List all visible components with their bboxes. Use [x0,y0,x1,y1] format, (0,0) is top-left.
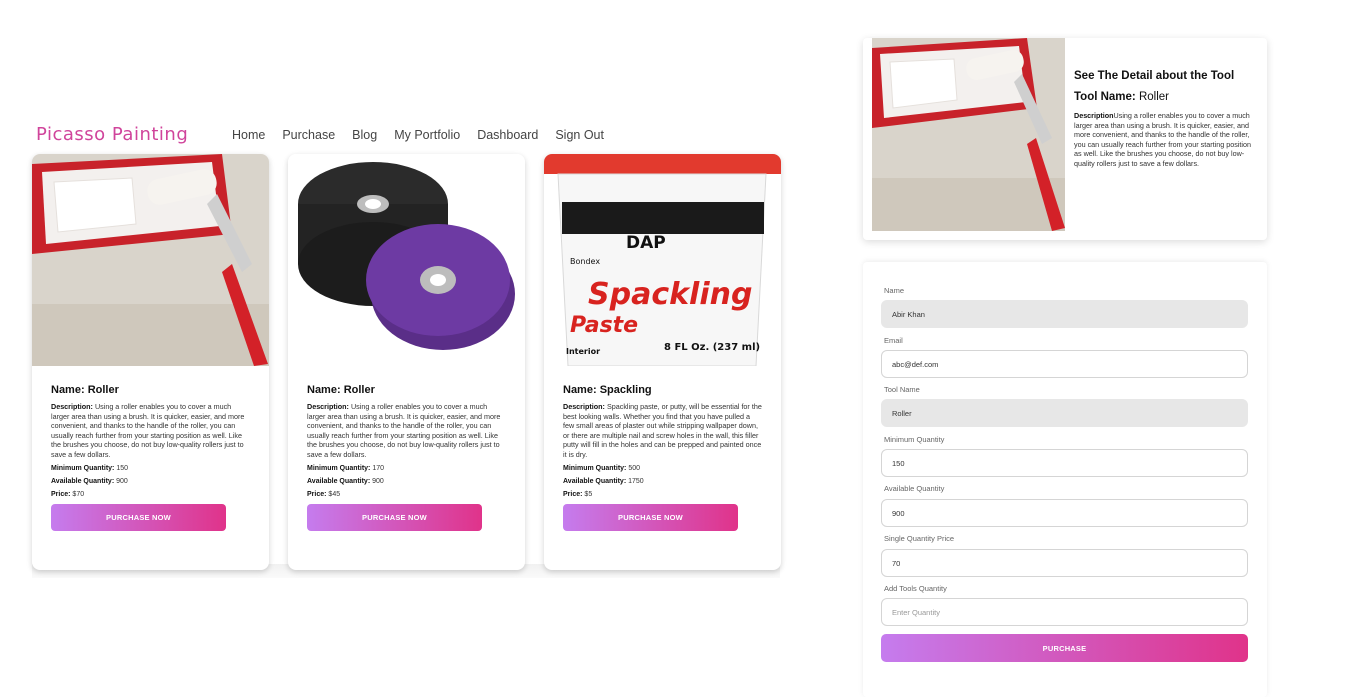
detail-description: DescriptionUsing a roller enables you to… [1074,111,1251,168]
purchase-form: Name Abir Khan Email abc@def.com Tool Na… [863,262,1267,697]
product-cards: Name: Roller Description: Using a roller… [32,154,781,580]
product-card-1: Name: Roller Description: Using a roller… [32,154,269,570]
purchase-now-button[interactable]: PURCHASE NOW [51,503,226,531]
svg-text:8 FL Oz. (237 ml): 8 FL Oz. (237 ml) [664,342,760,353]
min-quantity-field[interactable]: 150 [881,449,1248,477]
card-body: Name: Roller Description: Using a roller… [51,384,251,531]
purchase-now-button[interactable]: PURCHASE NOW [563,503,738,531]
detail-tool-name: Tool Name: Roller [1074,91,1170,103]
main-nav: Home Purchase Blog My Portfolio Dashboar… [232,128,604,142]
single-price-field[interactable]: 70 [881,549,1248,577]
nav-purchase[interactable]: Purchase [282,128,335,142]
min-quantity: Minimum Quantity: 500 [563,464,641,472]
min-quantity: Minimum Quantity: 150 [51,464,129,472]
product-card-3: DAP Bondex Spackling Paste Interior 8 FL… [544,154,781,570]
nav-home[interactable]: Home [232,128,265,142]
tool-detail-image [872,38,1065,231]
min-quantity-label: Minimum Quantity [884,435,945,444]
detail-heading: See The Detail about the Tool [1074,70,1235,82]
email-field[interactable]: abc@def.com [881,350,1248,378]
name-label: Name [884,286,905,295]
roller-image [32,154,269,366]
nav-blog[interactable]: Blog [352,128,377,142]
purchase-now-button[interactable]: PURCHASE NOW [307,503,482,531]
price: Price: $45 [307,490,341,498]
available-quantity: Available Quantity: 900 [51,477,128,485]
product-description: Description: Using a roller enables you … [51,402,245,459]
tool-name-field[interactable]: Roller [881,399,1248,427]
name-field[interactable]: Abir Khan [881,300,1248,328]
nav-my-portfolio[interactable]: My Portfolio [394,128,460,142]
product-name: Name: Spackling [563,384,652,396]
svg-text:Bondex: Bondex [570,257,600,266]
svg-text:Paste: Paste [570,313,638,338]
tool-name-label: Tool Name [884,385,920,394]
tool-detail-panel: See The Detail about the Tool Tool Name:… [863,38,1267,240]
svg-text:Interior: Interior [566,347,600,356]
purchase-button[interactable]: PURCHASE [881,634,1248,662]
product-name: Name: Roller [307,384,375,396]
tool-detail-text: See The Detail about the Tool Tool Name:… [1074,70,1260,169]
nav-dashboard[interactable]: Dashboard [477,128,538,142]
email-label: Email [884,336,903,345]
svg-text:Spackling: Spackling [588,277,752,312]
card-body: Name: Roller Description: Using a roller… [307,384,507,531]
price: Price: $5 [563,490,593,498]
available-quantity: Available Quantity: 900 [307,477,384,485]
add-quantity-label: Add Tools Quantity [884,584,947,593]
product-description: Description: Spackling paste, or putty, … [563,402,762,459]
product-card-2: Name: Roller Description: Using a roller… [288,154,525,570]
product-name: Name: Roller [51,384,119,396]
available-quantity: Available Quantity: 1750 [563,477,644,485]
min-quantity: Minimum Quantity: 170 [307,464,385,472]
brand-logo[interactable]: Picasso Painting [36,124,188,145]
nav-sign-out[interactable]: Sign Out [555,128,604,142]
available-quantity-label: Available Quantity [884,484,945,493]
available-quantity-field[interactable]: 900 [881,499,1248,527]
spackling-tub-image: DAP Bondex Spackling Paste Interior 8 FL… [544,154,781,366]
product-description: Description: Using a roller enables you … [307,402,501,459]
svg-text:DAP: DAP [626,233,666,253]
single-price-label: Single Quantity Price [884,534,955,543]
add-quantity-input[interactable]: Enter Quantity [881,598,1248,626]
card-body: Name: Spackling Description: Spackling p… [563,384,763,531]
abrasive-discs-image [288,154,525,366]
price: Price: $70 [51,490,85,498]
